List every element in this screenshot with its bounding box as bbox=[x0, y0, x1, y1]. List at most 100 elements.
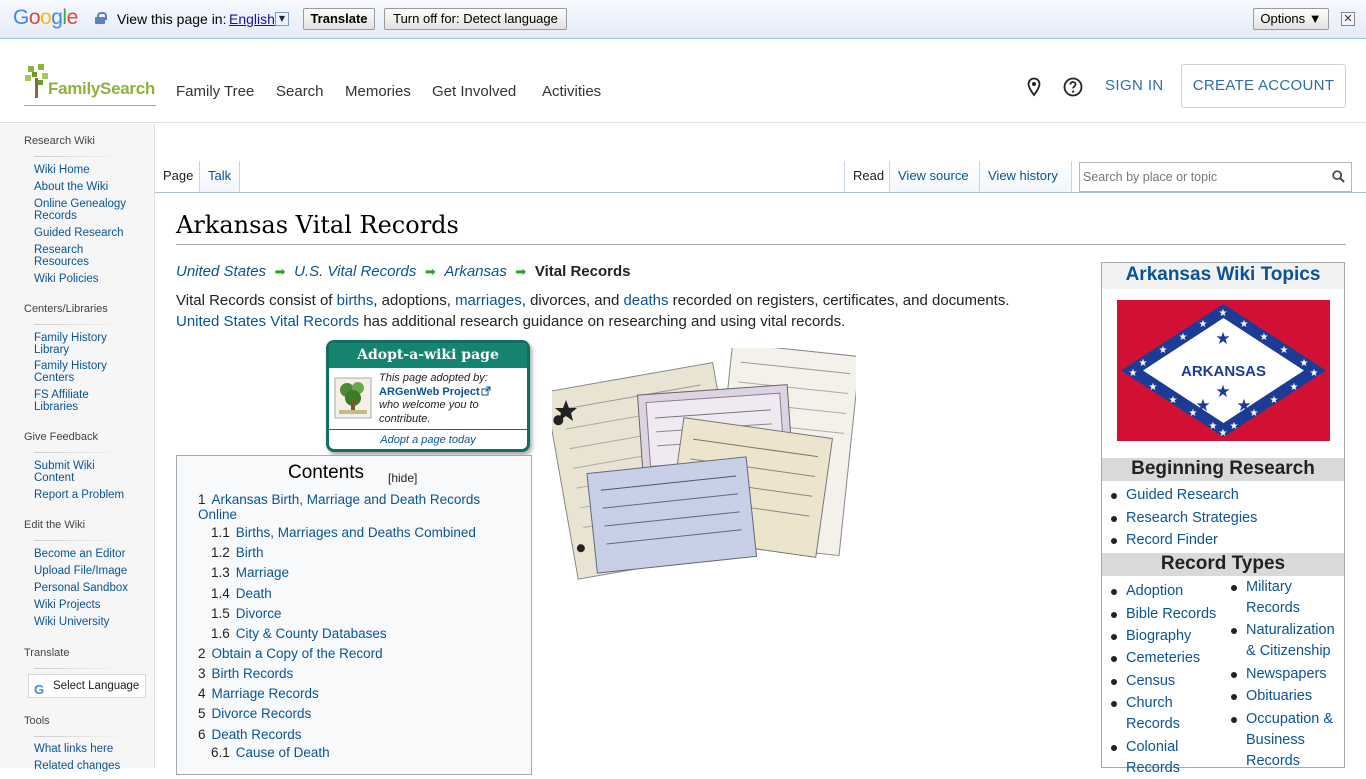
toc-item[interactable]: 2 Obtain a Copy of the Record bbox=[198, 646, 383, 661]
sidebar-item-research-resources[interactable]: Research Resources bbox=[34, 244, 104, 268]
select-language-label: Select Language bbox=[53, 680, 140, 692]
nav-activities[interactable]: Activities bbox=[542, 83, 601, 100]
sidebar-item-related-changes[interactable]: Related changes bbox=[34, 760, 144, 773]
language-link[interactable]: English bbox=[229, 11, 275, 27]
toc-item[interactable]: 1.6 City & County Databases bbox=[211, 626, 387, 641]
breadcrumb-us-vital-records[interactable]: U.S. Vital Records bbox=[294, 263, 416, 280]
sidebar-item-become-an-editor[interactable]: Become an Editor bbox=[34, 548, 144, 561]
toc-item[interactable]: 1.4 Death bbox=[211, 586, 272, 601]
close-icon[interactable]: ✕ bbox=[1341, 12, 1355, 26]
infobox-link-colonial-records[interactable]: Colonial Records bbox=[1111, 737, 1186, 779]
sidebar-item-family-history-library[interactable]: Family History Library bbox=[34, 332, 119, 356]
nav-search[interactable]: Search bbox=[276, 83, 324, 100]
breadcrumb-arkansas[interactable]: Arkansas bbox=[444, 263, 507, 280]
breadcrumb: United States ➡ U.S. Vital Records ➡ Arkansa… bbox=[176, 263, 630, 280]
breadcrumb-united-states[interactable]: United States bbox=[176, 263, 266, 280]
toc-item[interactable]: 4 Marriage Records bbox=[198, 686, 319, 701]
toc-text: Arkansas Birth, Marriage and Death Recor… bbox=[198, 492, 481, 522]
sidebar-item-about-the-wiki[interactable]: About the Wiki bbox=[34, 181, 144, 194]
infobox-title[interactable]: Arkansas Wiki Topics bbox=[1102, 263, 1344, 289]
help-icon[interactable] bbox=[1063, 77, 1083, 97]
svg-text:★: ★ bbox=[1209, 421, 1218, 432]
infobox-link-military-records[interactable]: Military Records bbox=[1231, 577, 1306, 619]
tab-view-source[interactable]: View source bbox=[890, 161, 980, 193]
infobox-link-adoption[interactable]: Adoption bbox=[1110, 581, 1183, 602]
location-pin-icon[interactable] bbox=[1024, 77, 1044, 97]
toc-hide-link[interactable]: [hide] bbox=[388, 471, 417, 485]
infobox-link-biography[interactable]: Biography bbox=[1110, 626, 1191, 647]
infobox-link-record-finder[interactable]: Record Finder bbox=[1111, 530, 1218, 551]
table-of-contents: Contents [hide] 1 Arkansas Birth, Marriag… bbox=[176, 455, 532, 775]
options-button[interactable]: Options ▼ bbox=[1253, 8, 1329, 30]
infobox-link-occupation-business[interactable]: Occupation & Business Records bbox=[1231, 709, 1344, 772]
link-marriages[interactable]: marriages bbox=[455, 292, 522, 309]
sidebar-item-wiki-policies[interactable]: Wiki Policies bbox=[34, 273, 144, 286]
toc-number: 1.4 bbox=[211, 586, 230, 601]
sidebar-heading-translate: Translate bbox=[24, 647, 70, 659]
create-account-button[interactable]: CREATE ACCOUNT bbox=[1181, 64, 1346, 108]
toc-item[interactable]: 1.3 Marriage bbox=[211, 565, 289, 580]
infobox-link-church-records[interactable]: Church Records bbox=[1111, 693, 1186, 735]
record-types-heading: Record Types bbox=[1102, 553, 1344, 576]
link-births[interactable]: births bbox=[337, 292, 374, 309]
infobox-link-cemeteries[interactable]: Cemeteries bbox=[1110, 648, 1200, 669]
toc-item[interactable]: 3 Birth Records bbox=[198, 666, 293, 681]
toc-text: Death Records bbox=[211, 727, 302, 742]
sign-in-link[interactable]: SIGN IN bbox=[1105, 77, 1164, 94]
sidebar-item-what-links-here[interactable]: What links here bbox=[34, 743, 144, 756]
toc-number: 3 bbox=[198, 666, 206, 681]
familysearch-logo[interactable]: FamilySearch bbox=[24, 64, 156, 106]
svg-text:★: ★ bbox=[1236, 396, 1251, 416]
tab-page[interactable]: Page bbox=[155, 161, 200, 193]
sidebar-divider bbox=[34, 324, 126, 325]
infobox-link-research-strategies[interactable]: Research Strategies bbox=[1110, 508, 1257, 529]
sidebar-item-wiki-projects[interactable]: Wiki Projects bbox=[34, 599, 144, 612]
search-input[interactable]: Search by place or topic bbox=[1079, 162, 1352, 192]
link-us-vital-records[interactable]: United States Vital Records bbox=[176, 313, 359, 330]
tab-talk[interactable]: Talk bbox=[200, 161, 240, 193]
sidebar-item-fs-affiliate-libraries[interactable]: FS Affiliate Libraries bbox=[34, 389, 109, 413]
svg-text:★: ★ bbox=[1199, 319, 1208, 330]
toc-item[interactable]: 1.2 Birth bbox=[211, 545, 264, 560]
lock-icon bbox=[95, 12, 107, 24]
nav-memories[interactable]: Memories bbox=[345, 83, 411, 100]
adopt-project-link[interactable]: ARGenWeb Project bbox=[379, 386, 480, 398]
toc-item[interactable]: 1.5 Divorce bbox=[211, 606, 282, 621]
toc-item[interactable]: 6 Death Records bbox=[198, 727, 302, 742]
link-deaths[interactable]: deaths bbox=[623, 292, 668, 309]
arrow-right-icon: ➡ bbox=[274, 264, 286, 279]
sidebar-item-upload-file-image[interactable]: Upload File/Image bbox=[34, 565, 144, 578]
sidebar-item-family-history-centers[interactable]: Family History Centers bbox=[34, 360, 119, 384]
wiki-topics-infobox: Arkansas Wiki Topics ★ ★ ★ ★ ★ ★ ★ ★ ★ ★ ★ ★ ★ ★ ★ … bbox=[1101, 262, 1345, 776]
infobox-link-guided-research[interactable]: Guided Research bbox=[1111, 485, 1239, 506]
sidebar-item-online-genealogy-records[interactable]: Online Genealogy Records bbox=[34, 198, 134, 222]
translate-button[interactable]: Translate bbox=[303, 8, 375, 30]
infobox-link-newspapers[interactable]: Newspapers bbox=[1231, 664, 1327, 685]
sidebar-item-submit-wiki-content[interactable]: Submit Wiki Content bbox=[34, 460, 109, 484]
select-language-dropdown[interactable]: G Select Language bbox=[28, 674, 146, 698]
nav-family-tree[interactable]: Family Tree bbox=[176, 83, 254, 100]
search-icon[interactable] bbox=[1332, 170, 1345, 183]
sidebar-item-wiki-home[interactable]: Wiki Home bbox=[34, 164, 144, 177]
infobox-link-naturalization[interactable]: Naturalization & Citizenship bbox=[1231, 620, 1344, 662]
nav-get-involved[interactable]: Get Involved bbox=[432, 83, 516, 100]
infobox-link-obituaries[interactable]: Obituaries bbox=[1230, 686, 1312, 707]
turn-off-button[interactable]: Turn off for: Detect language bbox=[384, 8, 567, 30]
external-link-icon bbox=[481, 386, 491, 395]
toc-item[interactable]: 1 Arkansas Birth, Marriage and Death Reco… bbox=[198, 492, 518, 522]
sidebar-item-report-a-problem[interactable]: Report a Problem bbox=[34, 489, 144, 502]
sidebar-item-personal-sandbox[interactable]: Personal Sandbox bbox=[34, 582, 144, 595]
adopt-a-page-link[interactable]: Adopt a page today bbox=[329, 429, 527, 449]
tab-view-history[interactable]: View history bbox=[980, 161, 1072, 193]
sidebar-heading-centers-libraries: Centers/Libraries bbox=[24, 303, 108, 315]
tab-read[interactable]: Read bbox=[844, 161, 890, 193]
sidebar-item-guided-research[interactable]: Guided Research bbox=[34, 227, 144, 240]
toc-item[interactable]: 6.1 Cause of Death bbox=[211, 745, 330, 760]
infobox-link-bible-records[interactable]: Bible Records bbox=[1110, 604, 1216, 625]
toc-text: Death bbox=[235, 586, 272, 601]
infobox-link-census[interactable]: Census bbox=[1110, 671, 1175, 692]
sidebar-item-wiki-university[interactable]: Wiki University bbox=[34, 616, 144, 629]
language-dropdown-icon[interactable]: ▼ bbox=[275, 12, 289, 26]
toc-item[interactable]: 5 Divorce Records bbox=[198, 706, 311, 721]
toc-item[interactable]: 1.1 Births, Marriages and Deaths Combined bbox=[211, 525, 476, 540]
